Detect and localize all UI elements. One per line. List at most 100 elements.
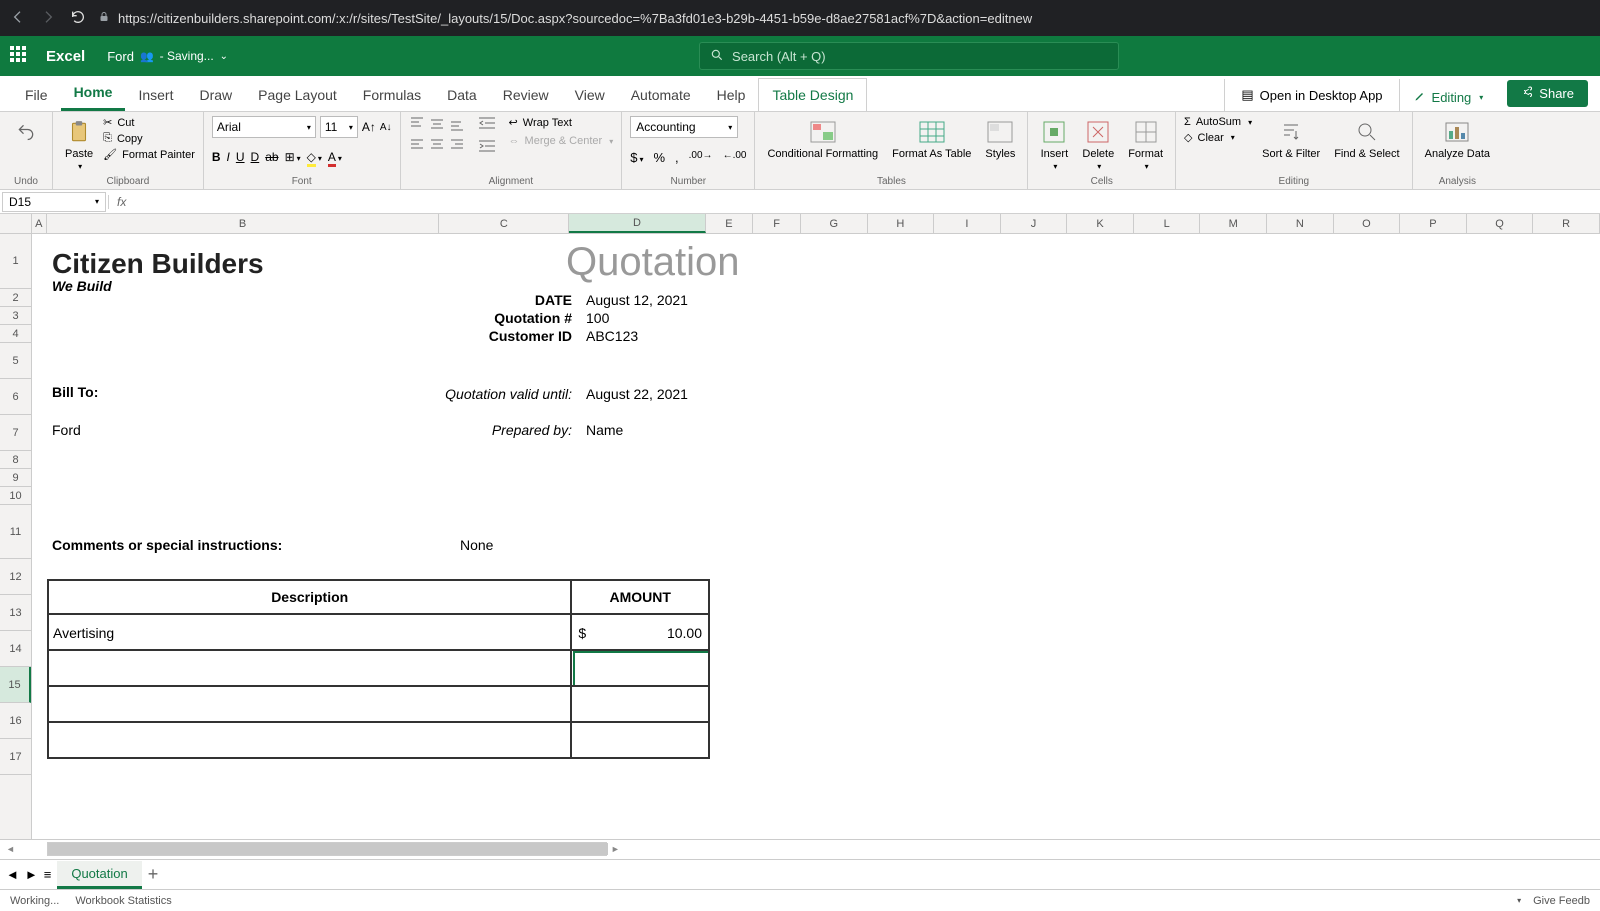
open-in-desktop-button[interactable]: ▤Open in Desktop App (1224, 79, 1399, 111)
chevron-down-icon[interactable]: ⌄ (220, 51, 228, 62)
italic-button[interactable]: I (227, 150, 230, 164)
col-header-C[interactable]: C (439, 214, 569, 233)
row-header-15[interactable]: 15 (0, 667, 31, 703)
col-header-G[interactable]: G (801, 214, 868, 233)
table-row[interactable] (571, 722, 709, 758)
sheet-nav-prev[interactable]: ◄ (6, 867, 19, 882)
analyze-data-button[interactable]: Analyze Data (1421, 116, 1494, 162)
tab-view[interactable]: View (562, 79, 618, 111)
workbook-stats-button[interactable]: Workbook Statistics (75, 895, 171, 907)
horizontal-scrollbar[interactable]: ◄ ► (0, 839, 1600, 857)
tab-help[interactable]: Help (704, 79, 759, 111)
sheet-nav-next[interactable]: ► (25, 867, 38, 882)
row-header-5[interactable]: 5 (0, 343, 31, 379)
decrease-decimal-button[interactable]: ←.00 (723, 150, 747, 165)
all-sheets-button[interactable]: ≡ (44, 867, 52, 882)
undo-button[interactable] (8, 116, 44, 148)
select-all-corner[interactable] (0, 214, 32, 233)
tab-formulas[interactable]: Formulas (350, 79, 434, 111)
shrink-font-button[interactable]: A↓ (380, 122, 392, 133)
col-header-Q[interactable]: Q (1467, 214, 1534, 233)
row-header-14[interactable]: 14 (0, 631, 31, 667)
align-center-button[interactable] (429, 136, 447, 154)
col-header-K[interactable]: K (1067, 214, 1134, 233)
row-header-11[interactable]: 11 (0, 505, 31, 559)
merge-center-button[interactable]: ⇔Merge & Center▾ (509, 135, 614, 147)
col-header-L[interactable]: L (1134, 214, 1201, 233)
share-button[interactable]: Share (1507, 80, 1588, 107)
spreadsheet-grid[interactable]: ABCDEFGHIJKLMNOPQR 123456789101112131415… (0, 214, 1600, 859)
increase-indent-button[interactable] (479, 139, 495, 158)
give-feedback-button[interactable]: Give Feedb (1533, 895, 1590, 907)
row-header-4[interactable]: 4 (0, 325, 31, 343)
format-cells-button[interactable]: Format▾ (1124, 116, 1167, 173)
cell-styles-button[interactable]: Styles (981, 116, 1019, 162)
fx-icon[interactable]: fx (108, 195, 134, 209)
col-header-B[interactable]: B (47, 214, 440, 233)
table-row[interactable] (48, 722, 571, 758)
tab-automate[interactable]: Automate (618, 79, 704, 111)
sheet-tab-quotation[interactable]: Quotation (57, 861, 141, 889)
bold-button[interactable]: B (212, 150, 221, 164)
row-header-3[interactable]: 3 (0, 307, 31, 325)
tab-draw[interactable]: Draw (186, 79, 245, 111)
align-middle-button[interactable] (429, 116, 447, 134)
autosum-button[interactable]: ΣAutoSum▾ (1184, 116, 1252, 128)
tab-table-design[interactable]: Table Design (758, 78, 867, 111)
row-header-10[interactable]: 10 (0, 487, 31, 505)
wrap-text-button[interactable]: ↩Wrap Text (509, 116, 614, 129)
align-right-button[interactable] (449, 136, 467, 154)
clear-button[interactable]: ◇Clear▾ (1184, 131, 1252, 144)
row-header-6[interactable]: 6 (0, 379, 31, 415)
row-header-12[interactable]: 12 (0, 559, 31, 595)
conditional-formatting-button[interactable]: Conditional Formatting (763, 116, 882, 162)
col-header-N[interactable]: N (1267, 214, 1334, 233)
accounting-format-button[interactable]: $▾ (630, 150, 643, 165)
col-header-J[interactable]: J (1001, 214, 1068, 233)
col-header-F[interactable]: F (753, 214, 801, 233)
col-header-H[interactable]: H (868, 214, 935, 233)
cut-button[interactable]: ✂Cut (103, 116, 195, 129)
copy-button[interactable]: ⎘Copy (103, 132, 195, 145)
url-text[interactable]: https://citizenbuilders.sharepoint.com/:… (118, 11, 1032, 26)
tab-file[interactable]: File (12, 79, 61, 111)
formula-input[interactable] (134, 192, 1600, 212)
col-header-D[interactable]: D (569, 214, 705, 233)
add-sheet-button[interactable]: + (148, 864, 159, 885)
find-select-button[interactable]: Find & Select (1330, 116, 1403, 162)
col-header-O[interactable]: O (1334, 214, 1401, 233)
row-header-2[interactable]: 2 (0, 289, 31, 307)
col-header-E[interactable]: E (706, 214, 754, 233)
reload-icon[interactable] (70, 9, 86, 28)
row1-amount[interactable]: $10.00 (571, 614, 709, 650)
row-header-9[interactable]: 9 (0, 469, 31, 487)
font-name-select[interactable]: Arial▾ (212, 116, 316, 138)
sort-filter-button[interactable]: Sort & Filter (1258, 116, 1324, 162)
app-launcher-icon[interactable] (10, 46, 30, 66)
comma-format-button[interactable]: , (675, 150, 679, 165)
tab-review[interactable]: Review (490, 79, 562, 111)
row-header-8[interactable]: 8 (0, 451, 31, 469)
tab-insert[interactable]: Insert (125, 79, 186, 111)
percent-format-button[interactable]: % (653, 150, 665, 165)
col-header-M[interactable]: M (1200, 214, 1267, 233)
tab-home[interactable]: Home (61, 76, 126, 111)
grow-font-button[interactable]: A↑ (362, 120, 376, 134)
document-name[interactable]: Ford (107, 49, 134, 64)
paste-button[interactable]: Paste▾ (61, 116, 97, 173)
row1-description[interactable]: Avertising (48, 614, 571, 650)
align-top-button[interactable] (409, 116, 427, 134)
forward-icon[interactable] (40, 9, 56, 28)
editing-mode-button[interactable]: Editing▾ (1400, 84, 1498, 111)
col-header-I[interactable]: I (934, 214, 1001, 233)
row-header-13[interactable]: 13 (0, 595, 31, 631)
tab-data[interactable]: Data (434, 79, 490, 111)
format-as-table-button[interactable]: Format As Table (888, 116, 975, 162)
row-header-7[interactable]: 7 (0, 415, 31, 451)
back-icon[interactable] (10, 9, 26, 28)
underline-button[interactable]: U (236, 150, 245, 164)
tab-page-layout[interactable]: Page Layout (245, 79, 350, 111)
format-painter-button[interactable]: 🖌Format Painter (103, 148, 195, 161)
row-header-17[interactable]: 17 (0, 739, 31, 775)
borders-button[interactable]: ⊞▾ (285, 150, 301, 164)
